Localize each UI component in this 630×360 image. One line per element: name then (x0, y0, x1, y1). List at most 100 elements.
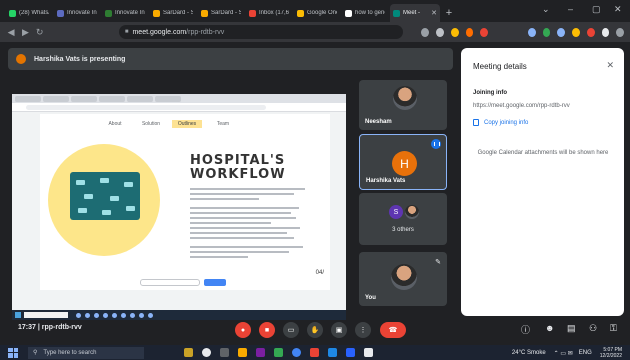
copy-icon (473, 119, 479, 126)
browser-tab[interactable]: Innovate India (102, 4, 148, 22)
slide-title: HOSPITAL'S WORKFLOW (190, 153, 286, 182)
calendar-attachments-note: Google Calendar attachments will be show… (477, 150, 609, 156)
participant-avatar: H (392, 151, 417, 176)
presentation-slide: About Solution Outlines Team HOSPITAL'S WOR… (40, 114, 330, 290)
extension-icon[interactable] (480, 27, 489, 37)
host-controls-icon[interactable]: ⚿ (610, 323, 617, 334)
clock[interactable]: 5:07 PM 12/2/2022 (600, 347, 622, 359)
tab-label: SarDard - Sania (211, 10, 241, 16)
task-view-icon[interactable] (202, 348, 211, 357)
extension-icon[interactable] (528, 27, 536, 37)
people-icon[interactable]: ☻ (545, 323, 554, 333)
forward-icon[interactable]: ▶ (20, 27, 30, 38)
meet-stage: Harshika Vats is presenting About Solutio… (0, 42, 630, 345)
close-icon[interactable]: ✕ (606, 60, 614, 71)
participant-tile-self[interactable]: ✎ You (359, 252, 447, 306)
participant-name: Harshika Vats (366, 178, 406, 184)
end-call-button[interactable]: ☎ (380, 322, 406, 338)
slide-tabs: About Solution Outlines Team (100, 120, 244, 128)
profile-icon[interactable] (616, 27, 625, 37)
presenter-avatar-icon (16, 54, 26, 64)
extension-icon[interactable] (586, 27, 595, 37)
start-button[interactable] (8, 347, 18, 358)
taskbar-app-icon[interactable] (346, 348, 355, 357)
file-explorer-icon[interactable] (238, 348, 247, 357)
tab-label: Innovate India (115, 10, 145, 16)
extension-icon[interactable] (572, 27, 580, 37)
settings-icon[interactable] (364, 348, 373, 357)
extension-icon[interactable] (557, 27, 566, 37)
brave-icon[interactable] (310, 348, 319, 357)
tab-meet-active[interactable]: Meet - ✕ (390, 4, 440, 22)
share-icon[interactable] (436, 27, 444, 37)
url-path: /rpp-rdtb-rvv (186, 28, 225, 36)
extensions-puzzle-icon[interactable] (601, 27, 610, 37)
taskbar-app-icon[interactable] (274, 348, 283, 357)
browser-tab[interactable]: Inbox (17,619) (246, 4, 292, 22)
browser-tab[interactable]: SarDard - Sania (150, 4, 196, 22)
minimize-button[interactable]: – (568, 4, 573, 14)
extension-icon[interactable] (542, 27, 551, 37)
camera-off-button[interactable]: ■ (259, 322, 275, 338)
close-window-button[interactable]: ✕ (614, 4, 622, 15)
vscode-icon[interactable] (328, 348, 337, 357)
shared-address-bar (12, 103, 346, 112)
joining-url: https://meet.google.com/rpp-rdtb-rvv (473, 103, 570, 109)
raise-hand-button[interactable]: ✋ (307, 322, 323, 338)
participant-tile[interactable]: Neesham (359, 80, 447, 130)
browser-tab[interactable]: how to generat (342, 4, 388, 22)
tab-favicon-icon (345, 9, 352, 17)
more-options-button[interactable]: ⋮ (355, 322, 371, 338)
workflow-diagram-graphic (70, 172, 140, 220)
presenting-text: Harshika Vats is presenting (34, 55, 126, 63)
shared-browser-tabs (12, 94, 346, 103)
tray-icons[interactable]: ⌃ ▭ ✉ (554, 350, 573, 357)
copy-joining-info-button[interactable]: Copy joining info (473, 119, 528, 126)
chrome-icon[interactable] (292, 348, 301, 357)
search-icon: ⚲ (33, 350, 38, 356)
mic-off-button[interactable]: ● (235, 322, 251, 338)
system-tray: 24°C Smoke ⌃ ▭ ✉ ENG 5:07 PM 12/2/2022 (512, 347, 622, 359)
chat-icon[interactable]: ▤ (567, 323, 576, 334)
tab-favicon-icon (153, 9, 160, 17)
weather-text[interactable]: 24°C Smoke (512, 350, 546, 356)
participant-photo (391, 264, 417, 290)
browser-tab[interactable]: SarDard - Sania (198, 4, 244, 22)
taskbar-search[interactable]: ⚲ Type here to search (28, 346, 144, 359)
camera-indicator-icon[interactable] (421, 27, 430, 37)
brave-icon[interactable] (465, 27, 474, 37)
slide-body-text (190, 188, 305, 261)
participant-photo (393, 86, 417, 110)
browser-tab[interactable]: Innovate India (54, 4, 100, 22)
participant-tile-others[interactable]: S 3 others (359, 193, 447, 245)
tab-favicon-icon (9, 9, 16, 17)
captions-button[interactable]: ▭ (283, 322, 299, 338)
language-indicator[interactable]: ENG (579, 350, 592, 356)
participant-tile-speaking[interactable]: H Harshika Vats (359, 134, 447, 190)
maximize-button[interactable]: ▢ (592, 4, 601, 15)
back-icon[interactable]: ◀ (6, 27, 16, 38)
browser-tab-strip: (28) WhatsApp Innovate India Innovate Indi… (0, 0, 630, 22)
browser-tab[interactable]: Google One st. (294, 4, 340, 22)
reload-icon[interactable]: ↻ (35, 27, 45, 38)
taskbar-app-icon[interactable] (184, 348, 193, 357)
tab-search-icon[interactable]: ⌄ (542, 4, 550, 15)
mic-off-icon: ✎ (435, 259, 441, 266)
taskbar-app-icon[interactable] (256, 348, 265, 357)
close-tab-icon[interactable]: ✕ (431, 9, 437, 17)
present-now-button[interactable]: ▣ (331, 322, 347, 338)
browser-tab[interactable]: (28) WhatsApp (6, 4, 52, 22)
new-tab-button[interactable]: + (442, 4, 456, 22)
shared-screen: About Solution Outlines Team HOSPITAL'S WOR… (12, 94, 346, 320)
activities-icon[interactable]: ⚇ (589, 323, 597, 334)
participant-photo (405, 205, 419, 219)
address-bar[interactable]: ■ meet.google.com /rpp-rdtb-rvv (118, 25, 404, 39)
taskbar-app-icon[interactable] (220, 348, 229, 357)
clock-date: 12/2/2022 (599, 353, 622, 359)
meeting-details-icon[interactable]: ⓘ (521, 323, 530, 336)
presenting-banner: Harshika Vats is presenting (8, 48, 453, 70)
slide-tab: Team (216, 121, 230, 127)
slide-tab: Outlines (172, 120, 202, 128)
bookmark-star-icon[interactable] (450, 27, 459, 37)
url-host: meet.google.com (132, 28, 187, 36)
